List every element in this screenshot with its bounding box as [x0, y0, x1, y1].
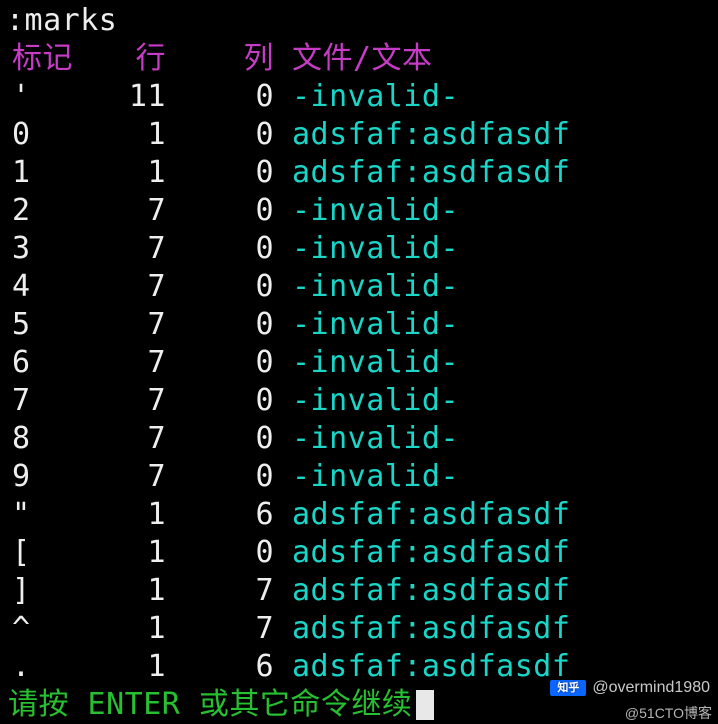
line-cell: 1	[68, 120, 166, 150]
file-cell: -invalid-	[284, 348, 712, 378]
mark-cell: 1	[6, 158, 68, 188]
header-col: 列	[166, 44, 284, 74]
line-cell: 7	[68, 386, 166, 416]
col-cell: 0	[166, 386, 284, 416]
cursor-icon	[416, 690, 434, 720]
line-cell: 1	[68, 576, 166, 606]
marks-row: 870-invalid-	[6, 420, 712, 458]
line-cell: 1	[68, 158, 166, 188]
zhihu-user: @overmind1980	[592, 680, 710, 696]
file-cell: -invalid-	[284, 82, 712, 112]
col-cell: 6	[166, 500, 284, 530]
marks-row: 470-invalid-	[6, 268, 712, 306]
marks-row: 370-invalid-	[6, 230, 712, 268]
mark-cell: 0	[6, 120, 68, 150]
col-cell: 0	[166, 424, 284, 454]
file-cell: -invalid-	[284, 272, 712, 302]
file-cell: adsfaf:asdfasdf	[284, 576, 712, 606]
mark-cell: [	[6, 538, 68, 568]
mark-cell: 6	[6, 348, 68, 378]
file-cell: adsfaf:asdfasdf	[284, 652, 712, 682]
line-cell: 7	[68, 196, 166, 226]
line-cell: 7	[68, 310, 166, 340]
line-cell: 1	[68, 500, 166, 530]
mark-cell: 5	[6, 310, 68, 340]
marks-header-row: 标记 行 列 文件/文本	[6, 40, 712, 78]
marks-row: ^17adsfaf:asdfasdf	[6, 610, 712, 648]
file-cell: adsfaf:asdfasdf	[284, 158, 712, 188]
file-cell: -invalid-	[284, 310, 712, 340]
header-line: 行	[68, 44, 166, 74]
file-cell: adsfaf:asdfasdf	[284, 120, 712, 150]
mark-cell: 9	[6, 462, 68, 492]
col-cell: 0	[166, 538, 284, 568]
col-cell: 0	[166, 120, 284, 150]
marks-row: 770-invalid-	[6, 382, 712, 420]
51cto-watermark: @51CTO博客	[625, 706, 712, 720]
zhihu-watermark: 知乎 @overmind1980	[550, 680, 710, 696]
line-cell: 7	[68, 424, 166, 454]
mark-cell: ]	[6, 576, 68, 606]
file-cell: adsfaf:asdfasdf	[284, 614, 712, 644]
file-cell: adsfaf:asdfasdf	[284, 500, 712, 530]
marks-row: '110-invalid-	[6, 78, 712, 116]
mark-cell: ^	[6, 614, 68, 644]
col-cell: 0	[166, 158, 284, 188]
marks-row: ]17adsfaf:asdfasdf	[6, 572, 712, 610]
header-mark: 标记	[6, 44, 68, 74]
mark-cell: 3	[6, 234, 68, 264]
col-cell: 0	[166, 196, 284, 226]
marks-row: [10adsfaf:asdfasdf	[6, 534, 712, 572]
file-cell: -invalid-	[284, 424, 712, 454]
mark-cell: 8	[6, 424, 68, 454]
line-cell: 1	[68, 614, 166, 644]
mark-cell: 4	[6, 272, 68, 302]
line-cell: 7	[68, 462, 166, 492]
line-cell: 7	[68, 348, 166, 378]
ex-command-line: :marks	[6, 2, 712, 40]
file-cell: -invalid-	[284, 234, 712, 264]
mark-cell: .	[6, 652, 68, 682]
marks-rows: '110-invalid-010adsfaf:asdfasdf110adsfaf…	[6, 78, 712, 686]
file-cell: -invalid-	[284, 196, 712, 226]
col-cell: 0	[166, 82, 284, 112]
line-cell: 1	[68, 652, 166, 682]
terminal-output: :marks 标记 行 列 文件/文本 '110-invalid-010adsf…	[0, 0, 718, 724]
zhihu-logo-icon: 知乎	[550, 680, 586, 696]
file-cell: adsfaf:asdfasdf	[284, 538, 712, 568]
marks-row: 570-invalid-	[6, 306, 712, 344]
mark-cell: 7	[6, 386, 68, 416]
file-cell: -invalid-	[284, 462, 712, 492]
file-cell: -invalid-	[284, 386, 712, 416]
marks-row: 010adsfaf:asdfasdf	[6, 116, 712, 154]
marks-row: "16adsfaf:asdfasdf	[6, 496, 712, 534]
col-cell: 7	[166, 614, 284, 644]
marks-row: 670-invalid-	[6, 344, 712, 382]
col-cell: 0	[166, 234, 284, 264]
mark-cell: "	[6, 500, 68, 530]
mark-cell: '	[6, 82, 68, 112]
line-cell: 11	[68, 82, 166, 112]
line-cell: 7	[68, 272, 166, 302]
col-cell: 0	[166, 348, 284, 378]
prompt-text: 请按 ENTER 或其它命令继续	[8, 690, 412, 720]
line-cell: 1	[68, 538, 166, 568]
col-cell: 0	[166, 310, 284, 340]
col-cell: 0	[166, 272, 284, 302]
marks-row: 270-invalid-	[6, 192, 712, 230]
line-cell: 7	[68, 234, 166, 264]
marks-row: 110adsfaf:asdfasdf	[6, 154, 712, 192]
col-cell: 7	[166, 576, 284, 606]
marks-row: 970-invalid-	[6, 458, 712, 496]
col-cell: 0	[166, 462, 284, 492]
command-text: :marks	[6, 6, 117, 36]
mark-cell: 2	[6, 196, 68, 226]
col-cell: 6	[166, 652, 284, 682]
header-file: 文件/文本	[284, 44, 712, 74]
